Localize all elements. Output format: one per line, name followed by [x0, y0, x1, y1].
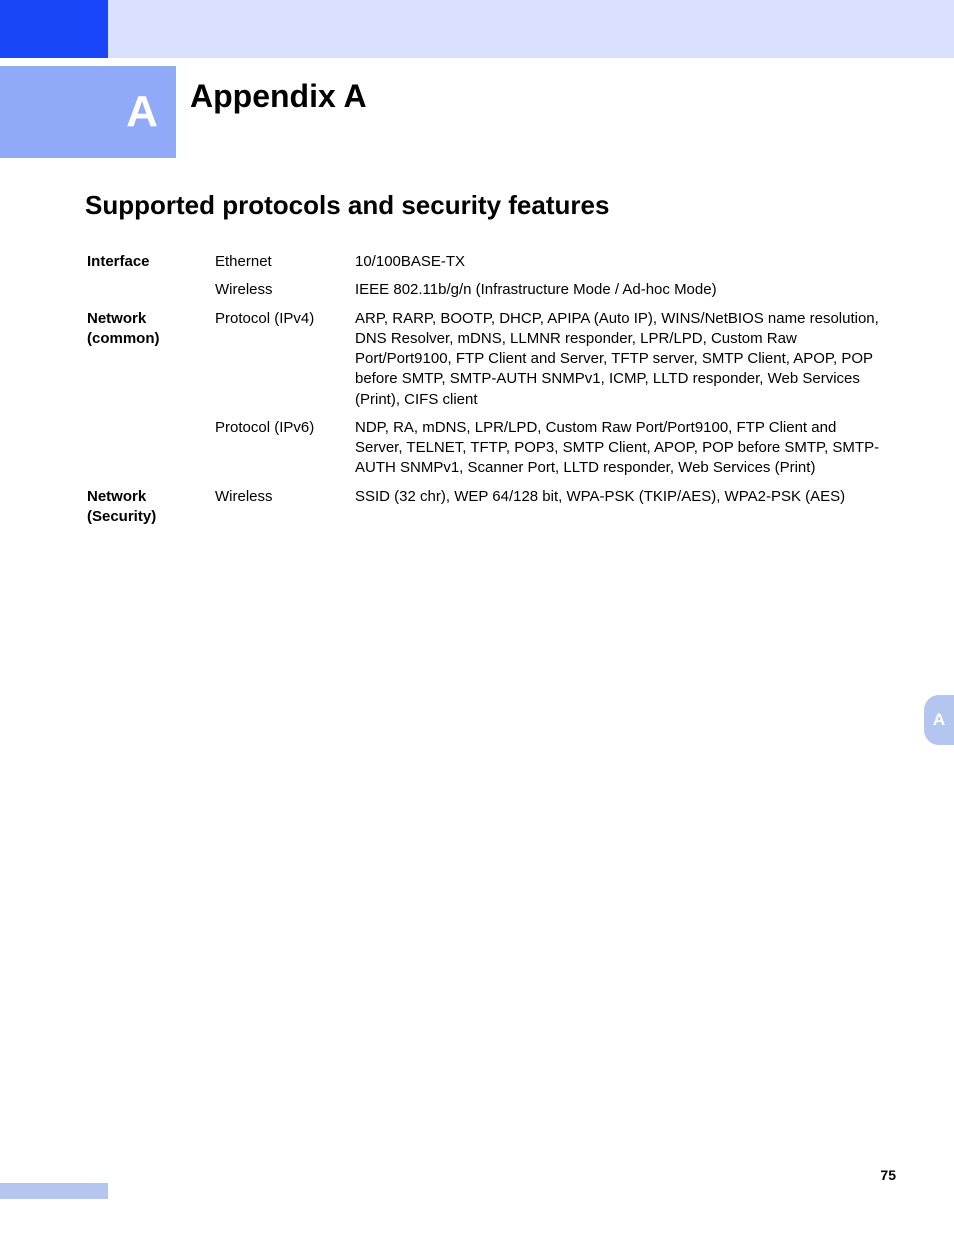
chapter-letter-box: A: [108, 66, 176, 158]
item-cell: Protocol (IPv6): [215, 418, 355, 438]
category-cell: Network (common): [87, 309, 215, 350]
table-row: Protocol (IPv6) NDP, RA, mDNS, LPR/LPD, …: [87, 418, 883, 479]
category-cell: Network (Security): [87, 487, 215, 528]
item-cell: Wireless: [215, 487, 355, 507]
desc-cell: IEEE 802.11b/g/n (Infrastructure Mode / …: [355, 280, 883, 300]
section-title: Supported protocols and security feature…: [85, 190, 609, 221]
desc-cell: SSID (32 chr), WEP 64/128 bit, WPA-PSK (…: [355, 487, 883, 507]
category-cell: Interface: [87, 252, 215, 272]
side-tab: A: [924, 695, 954, 745]
desc-cell: 10/100BASE-TX: [355, 252, 883, 272]
item-cell: Wireless: [215, 280, 355, 300]
page-number: 75: [880, 1167, 896, 1183]
item-cell: Ethernet: [215, 252, 355, 272]
table-row: Network (Security) Wireless SSID (32 chr…: [87, 487, 883, 528]
header-blue-block: [0, 0, 108, 58]
page-header: [0, 0, 954, 58]
footer-bar: [0, 1183, 108, 1199]
chapter-bar: [0, 66, 108, 158]
table-row: Network (common) Protocol (IPv4) ARP, RA…: [87, 309, 883, 410]
chapter-title: Appendix A: [190, 78, 367, 115]
table-row: Interface Ethernet 10/100BASE-TX: [87, 252, 883, 272]
chapter-letter: A: [126, 87, 158, 137]
desc-cell: NDP, RA, mDNS, LPR/LPD, Custom Raw Port/…: [355, 418, 883, 479]
header-light-band: [108, 0, 954, 58]
spec-table: Interface Ethernet 10/100BASE-TX Wireles…: [87, 252, 883, 535]
side-tab-label: A: [933, 710, 945, 730]
desc-cell: ARP, RARP, BOOTP, DHCP, APIPA (Auto IP),…: [355, 309, 883, 410]
item-cell: Protocol (IPv4): [215, 309, 355, 329]
chapter-heading-row: A: [0, 66, 954, 158]
table-row: Wireless IEEE 802.11b/g/n (Infrastructur…: [87, 280, 883, 300]
